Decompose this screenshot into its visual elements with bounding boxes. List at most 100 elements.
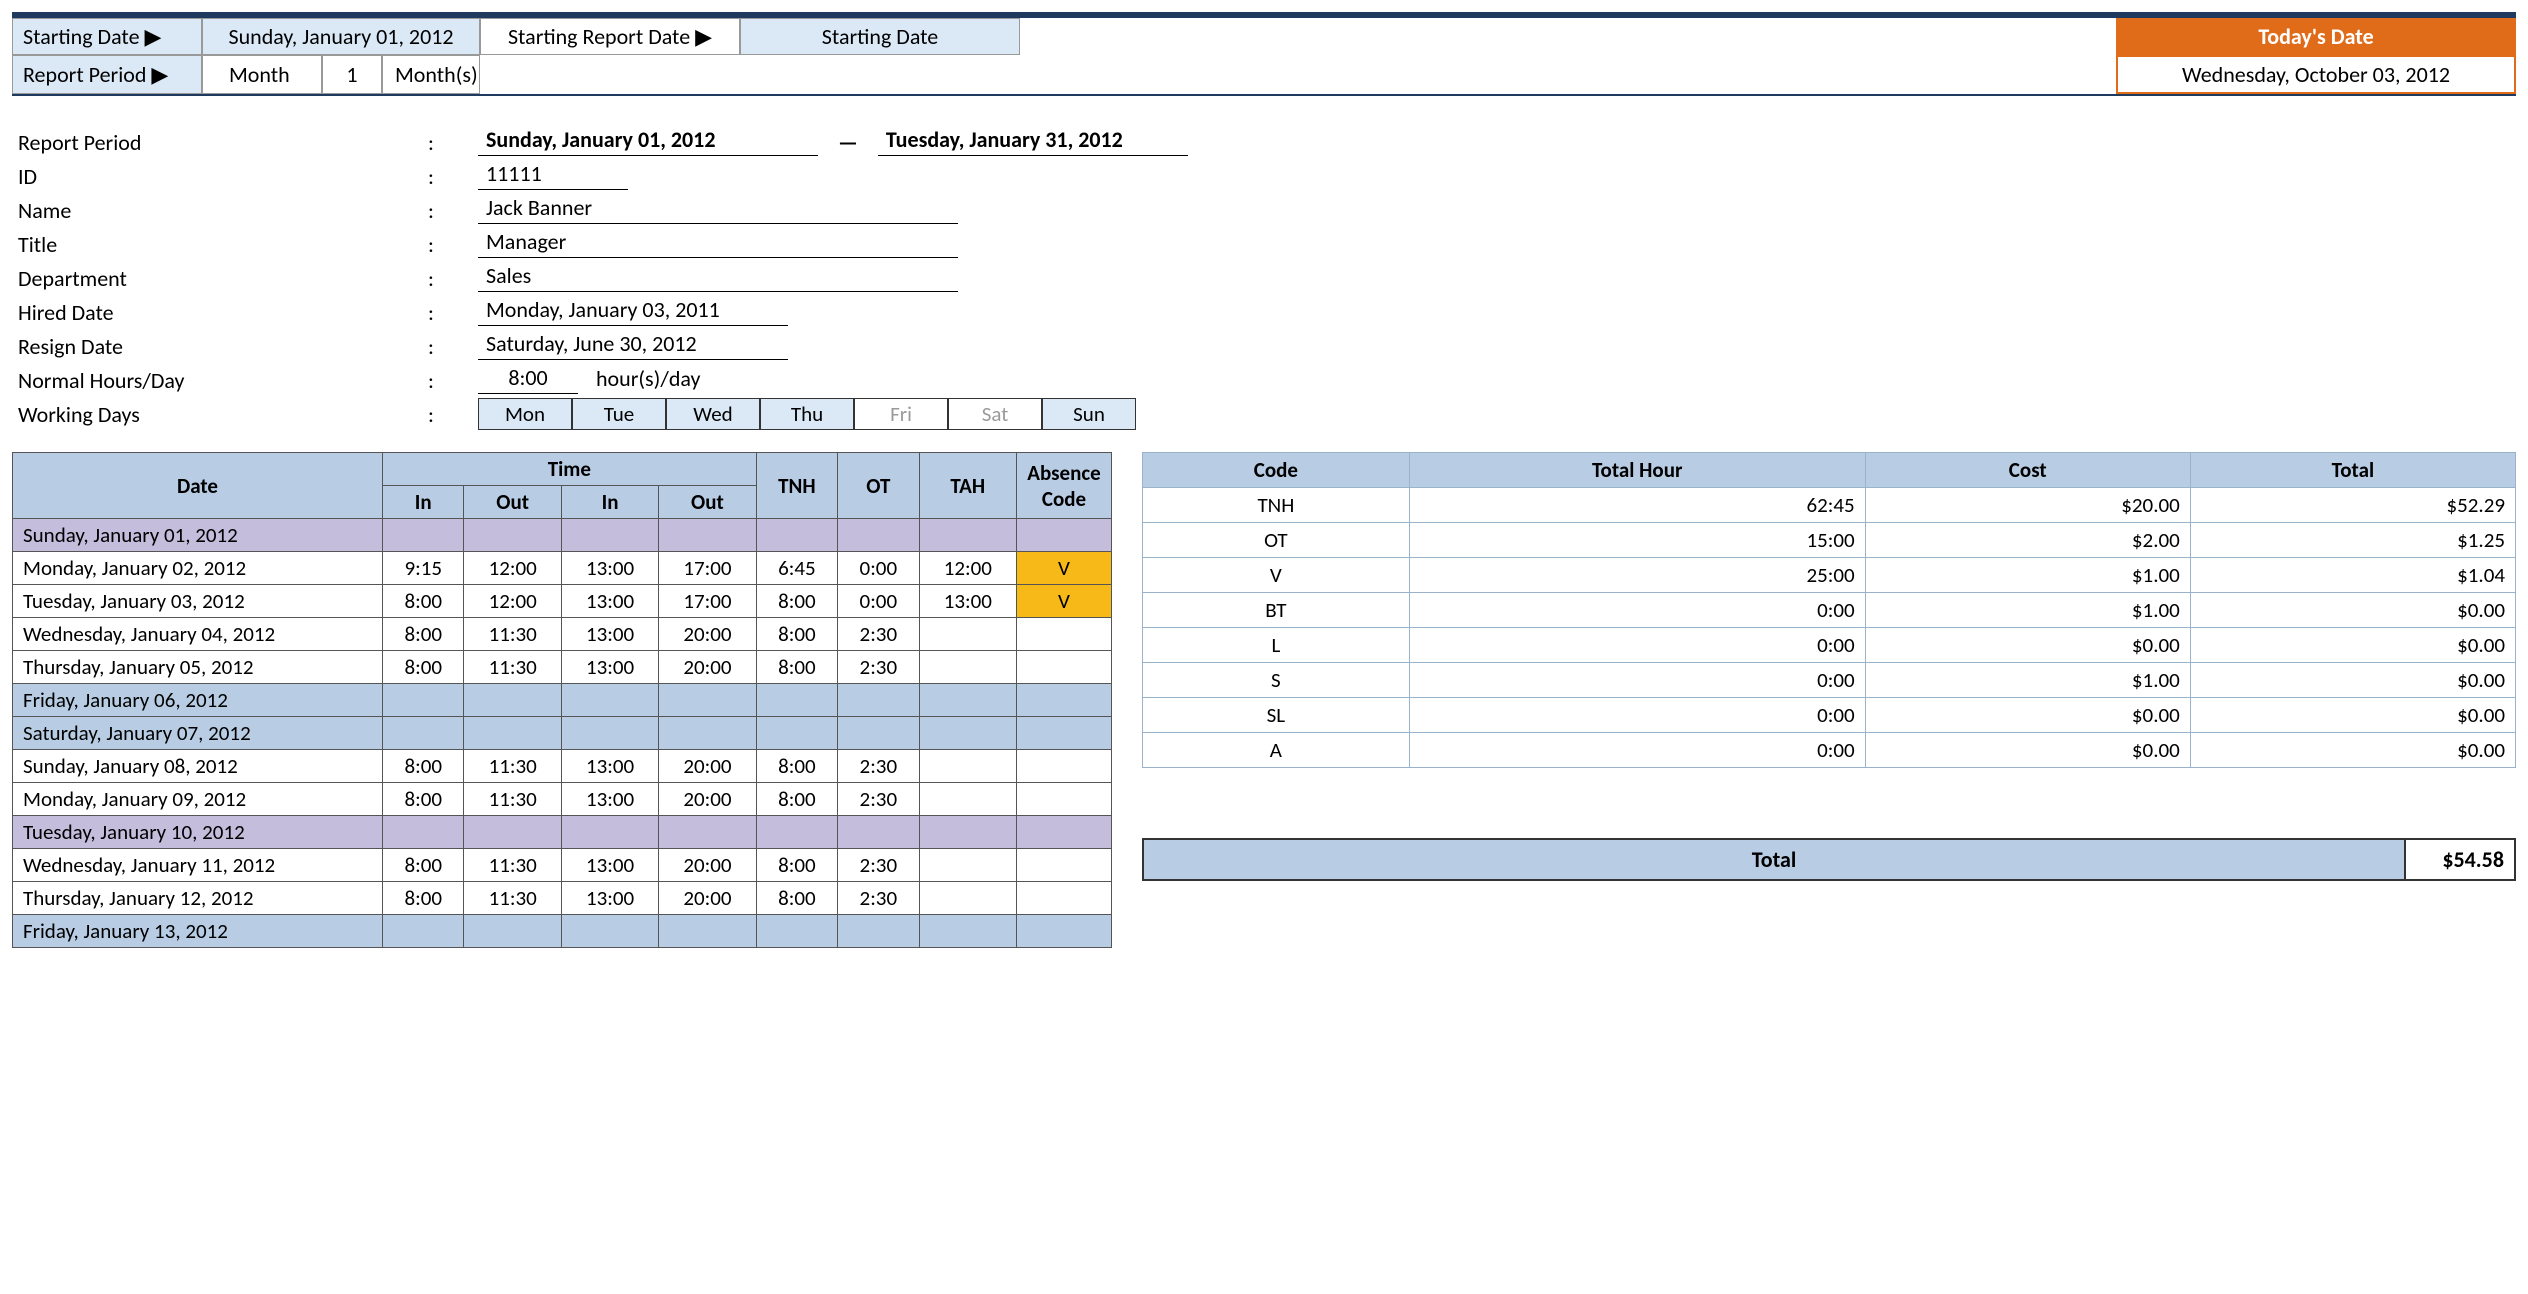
period-qty[interactable]: 1: [322, 55, 382, 94]
cell-in1: 8:00: [383, 651, 464, 684]
wd-label: Working Days: [18, 401, 428, 428]
cell-in1: [383, 684, 464, 717]
th-ot: OT: [838, 453, 919, 519]
cell-out1: [464, 519, 561, 552]
cell-ot: 0:00: [838, 585, 919, 618]
attendance-row: Friday, January 06, 2012: [13, 684, 1112, 717]
cell-tnh: 8:00: [756, 651, 837, 684]
cell-date: Tuesday, January 03, 2012: [13, 585, 383, 618]
report-period-label: Report Period: [18, 129, 428, 156]
th-total: Total: [2190, 453, 2515, 488]
cell-in2: [561, 519, 658, 552]
th-out2: Out: [659, 486, 756, 519]
th-hour: Total Hour: [1409, 453, 1865, 488]
id-value: 11111: [478, 160, 628, 190]
period-unit[interactable]: Month: [202, 55, 322, 94]
cell-abs: [1017, 849, 1112, 882]
cell-in1: [383, 519, 464, 552]
cell-in2: 13:00: [561, 651, 658, 684]
cell-code: OT: [1143, 523, 1410, 558]
cell-tah: [919, 816, 1016, 849]
divider: [12, 94, 2516, 96]
cell-tah: [919, 882, 1016, 915]
cell-tnh: 8:00: [756, 750, 837, 783]
cell-abs: V: [1017, 552, 1112, 585]
cell-tnh: [756, 816, 837, 849]
cell-cost: $1.00: [1865, 663, 2190, 698]
cell-out2: [659, 519, 756, 552]
cell-date: Wednesday, January 04, 2012: [13, 618, 383, 651]
cell-tnh: 8:00: [756, 585, 837, 618]
th-abs: Absence Code: [1017, 453, 1112, 519]
cell-out2: 20:00: [659, 783, 756, 816]
cell-ot: [838, 717, 919, 750]
summary-row: V25:00$1.00$1.04: [1143, 558, 2516, 593]
attendance-table: Date Time TNH OT TAH Absence Code In Out…: [12, 452, 1112, 948]
cell-in1: [383, 816, 464, 849]
dept-value: Sales: [478, 262, 958, 292]
cell-date: Sunday, January 08, 2012: [13, 750, 383, 783]
cell-in2: 13:00: [561, 783, 658, 816]
working-day-thu: Thu: [760, 398, 854, 430]
cell-date: Thursday, January 12, 2012: [13, 882, 383, 915]
cell-out2: 20:00: [659, 750, 756, 783]
attendance-row: Sunday, January 08, 20128:0011:3013:0020…: [13, 750, 1112, 783]
cell-tnh: [756, 519, 837, 552]
grand-total: Total $54.58: [1142, 838, 2516, 881]
cell-tah: [919, 849, 1016, 882]
cell-abs: [1017, 684, 1112, 717]
cell-date: Wednesday, January 11, 2012: [13, 849, 383, 882]
cell-in2: 13:00: [561, 618, 658, 651]
hired-label: Hired Date: [18, 299, 428, 326]
cell-tah: 13:00: [919, 585, 1016, 618]
today-value: Wednesday, October 03, 2012: [2116, 55, 2516, 94]
cell-in2: 13:00: [561, 750, 658, 783]
cell-date: Friday, January 06, 2012: [13, 684, 383, 717]
cell-abs: [1017, 651, 1112, 684]
summary-row: L0:00$0.00$0.00: [1143, 628, 2516, 663]
cell-hour: 0:00: [1409, 593, 1865, 628]
cell-tah: [919, 915, 1016, 948]
cell-out1: 12:00: [464, 552, 561, 585]
cell-out2: 20:00: [659, 618, 756, 651]
hired-value: Monday, January 03, 2011: [478, 296, 788, 326]
cell-tah: [919, 651, 1016, 684]
starting-report-value[interactable]: Starting Date: [740, 18, 1020, 55]
starting-date-value[interactable]: Sunday, January 01, 2012: [202, 18, 480, 55]
cell-in2: [561, 816, 658, 849]
attendance-row: Friday, January 13, 2012: [13, 915, 1112, 948]
attendance-row: Thursday, January 05, 20128:0011:3013:00…: [13, 651, 1112, 684]
cell-hour: 25:00: [1409, 558, 1865, 593]
today-label: Today's Date: [2116, 18, 2516, 55]
th-date: Date: [13, 453, 383, 519]
cell-abs: [1017, 816, 1112, 849]
hours-value: 8:00: [478, 364, 578, 394]
cell-code: V: [1143, 558, 1410, 593]
cell-total: $1.04: [2190, 558, 2515, 593]
grand-total-label: Total: [1143, 839, 2405, 880]
cell-in1: 9:15: [383, 552, 464, 585]
cell-cost: $0.00: [1865, 733, 2190, 768]
cell-ot: 2:30: [838, 750, 919, 783]
cell-ot: 2:30: [838, 882, 919, 915]
period-label: Report Period ▶: [12, 55, 202, 94]
cell-in1: 8:00: [383, 882, 464, 915]
attendance-row: Tuesday, January 03, 20128:0012:0013:001…: [13, 585, 1112, 618]
report-start: Sunday, January 01, 2012: [478, 126, 818, 156]
cell-tnh: 8:00: [756, 849, 837, 882]
th-out1: Out: [464, 486, 561, 519]
cell-tah: [919, 750, 1016, 783]
cell-ot: [838, 684, 919, 717]
id-label: ID: [18, 163, 428, 190]
cell-date: Sunday, January 01, 2012: [13, 519, 383, 552]
working-day-tue: Tue: [572, 398, 666, 430]
cell-out1: [464, 816, 561, 849]
cell-total: $1.25: [2190, 523, 2515, 558]
cell-hour: 0:00: [1409, 663, 1865, 698]
cell-abs: [1017, 882, 1112, 915]
cell-cost: $20.00: [1865, 488, 2190, 523]
summary-row: SL0:00$0.00$0.00: [1143, 698, 2516, 733]
summary-row: A0:00$0.00$0.00: [1143, 733, 2516, 768]
cell-tah: [919, 717, 1016, 750]
cell-cost: $0.00: [1865, 628, 2190, 663]
